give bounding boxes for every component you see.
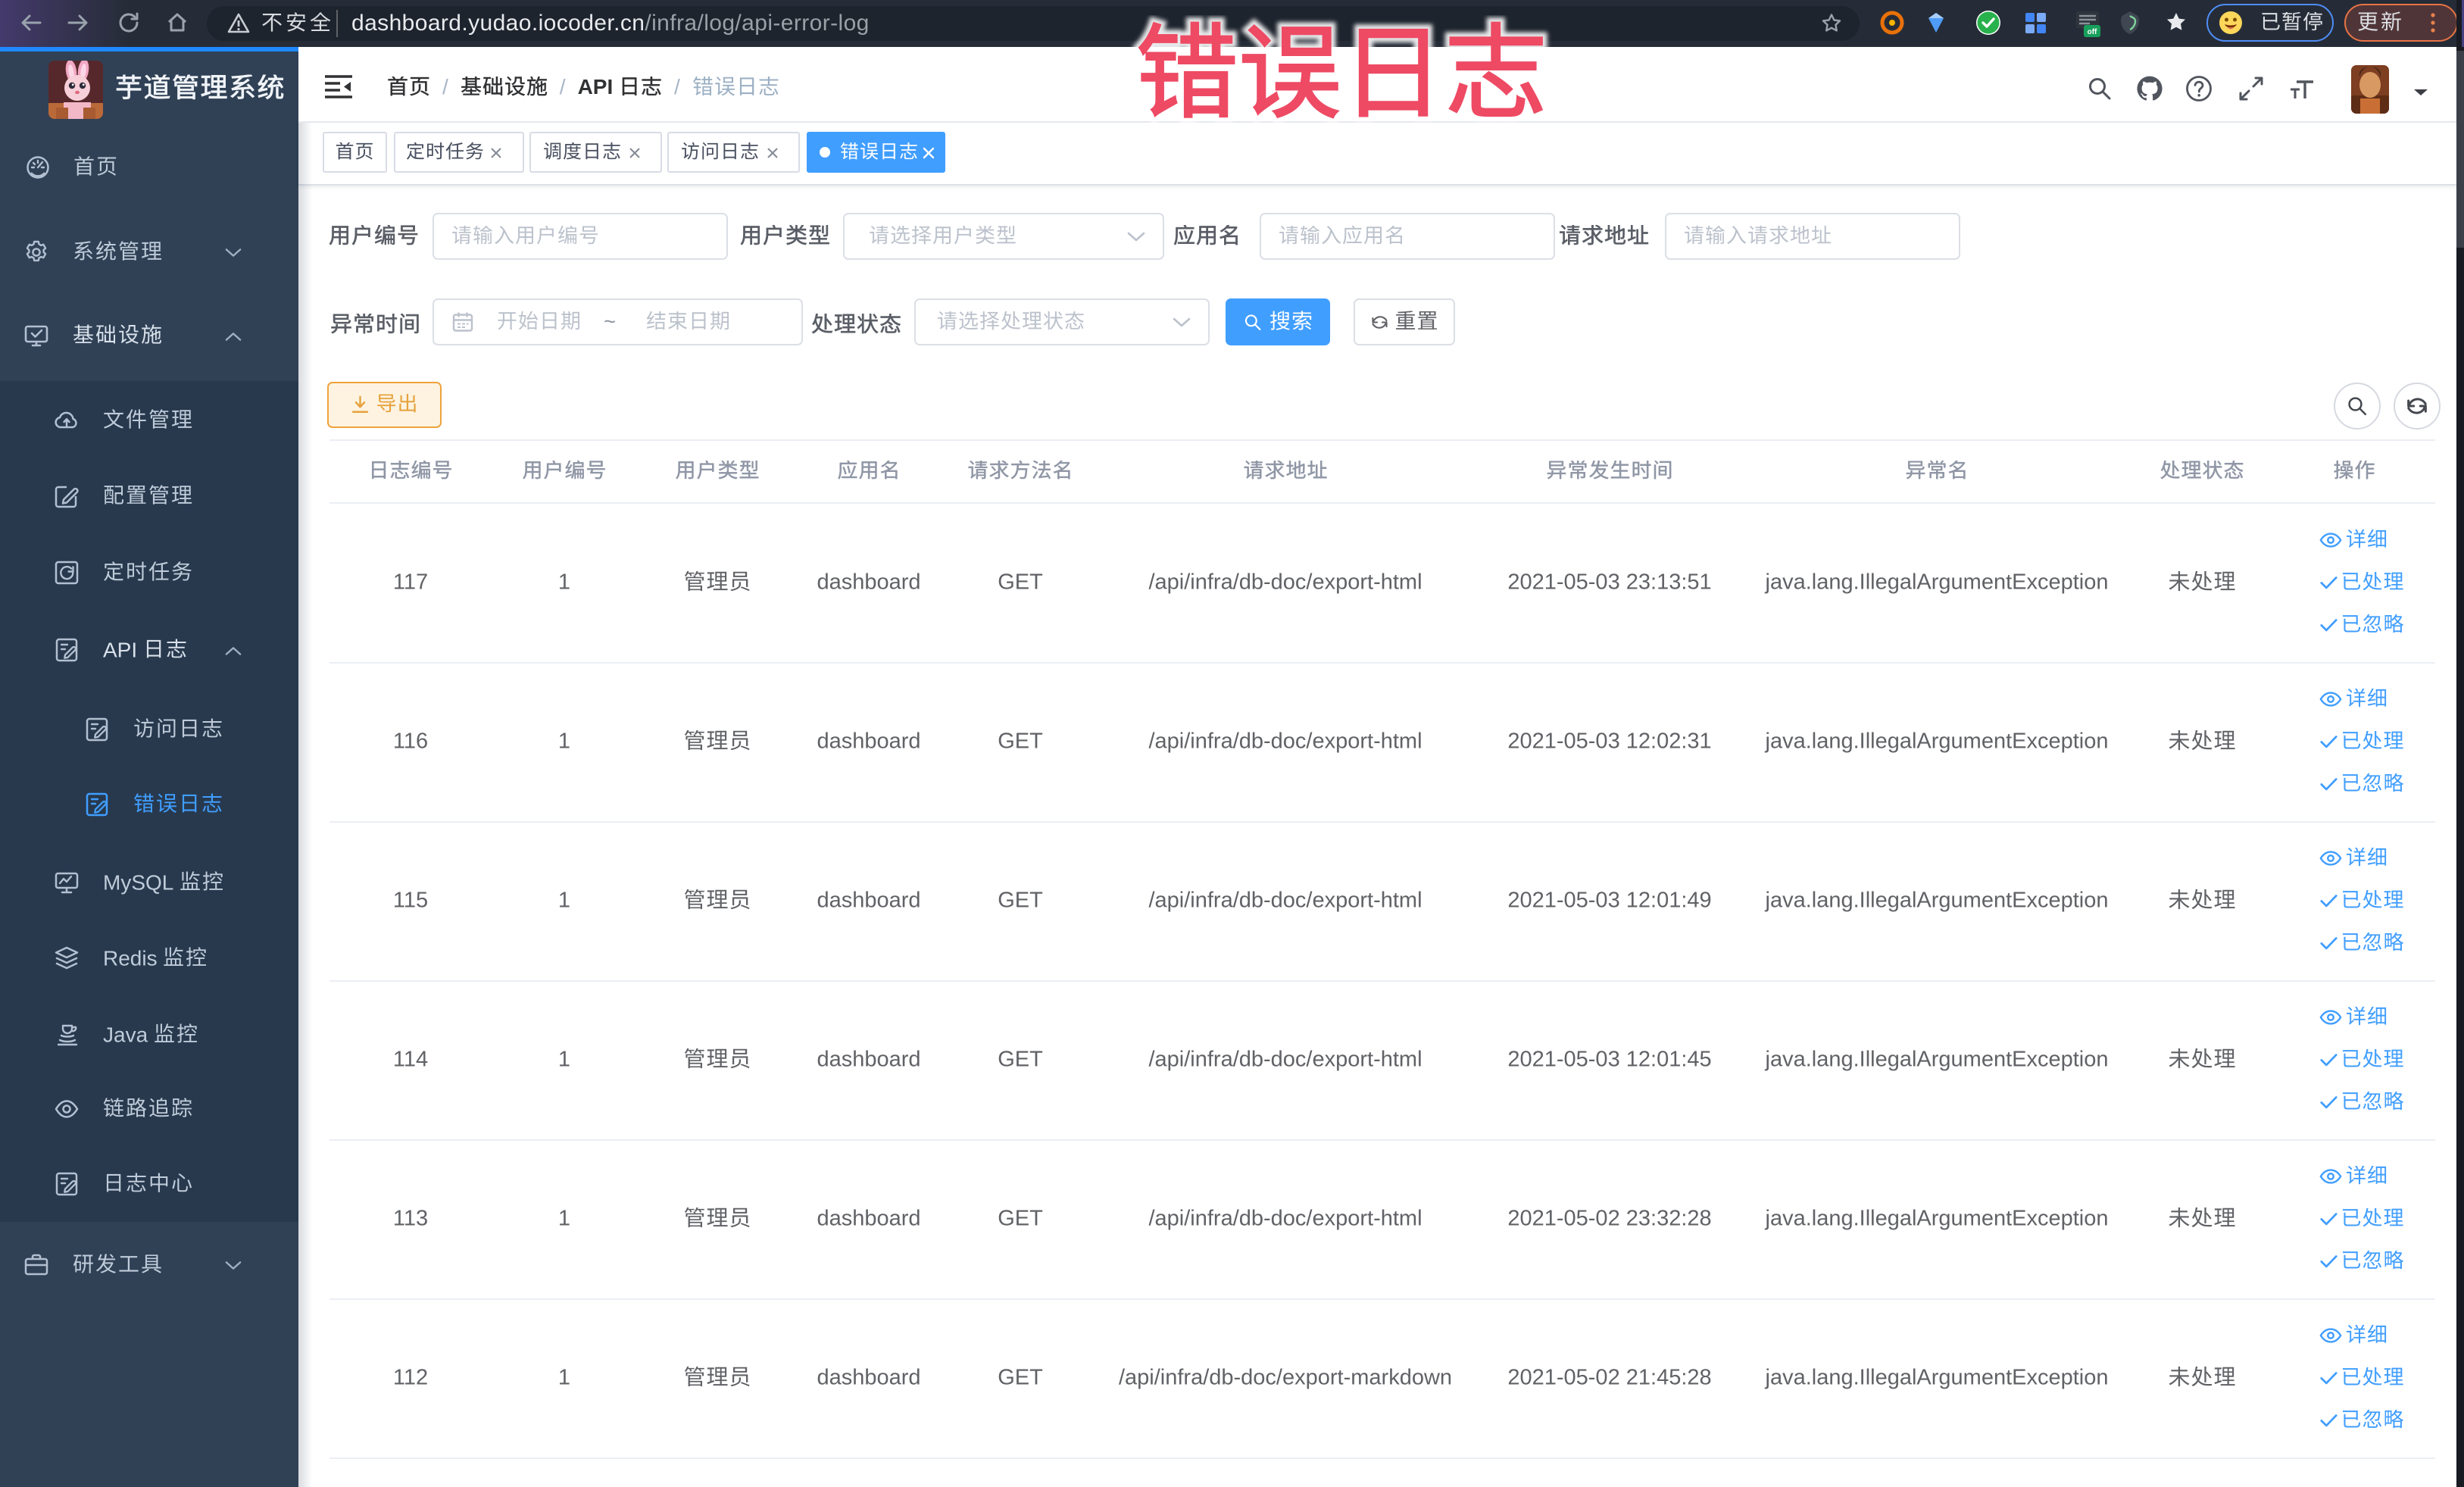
svg-text:off: off: [2088, 28, 2097, 36]
